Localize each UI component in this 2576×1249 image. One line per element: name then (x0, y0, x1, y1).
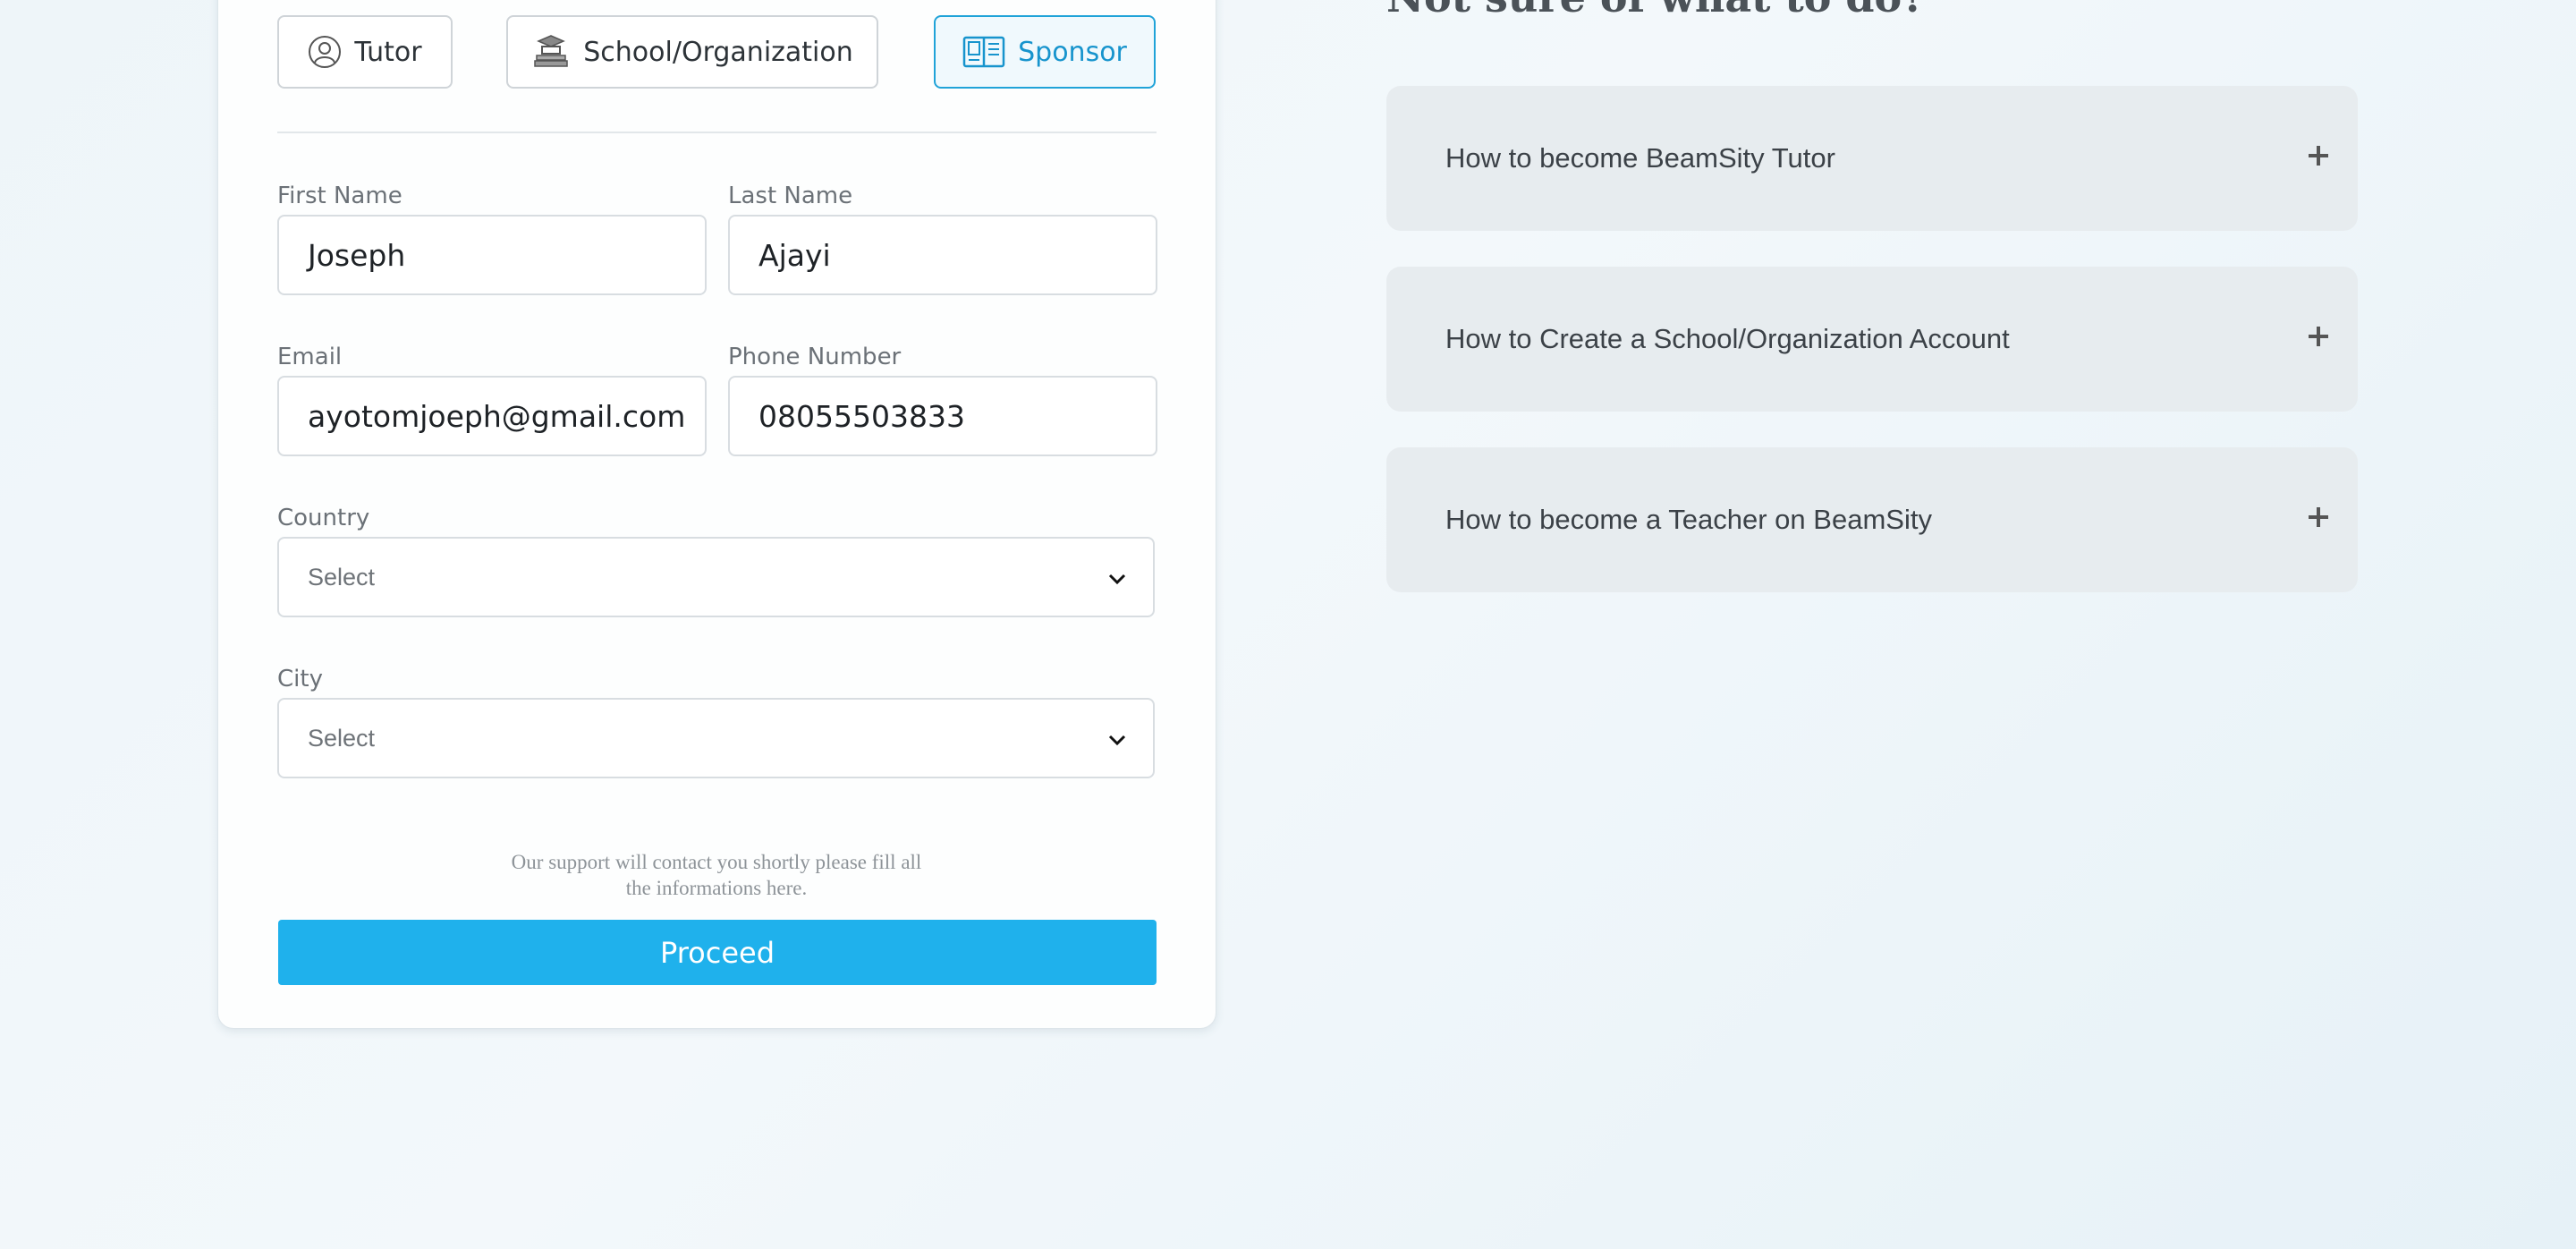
form-divider (277, 132, 1157, 133)
proceed-button[interactable]: Proceed (278, 920, 1157, 985)
first-name-label: First Name (277, 183, 402, 209)
email-input[interactable]: ayotomjoeph@gmail.com (277, 376, 707, 456)
phone-input[interactable]: 08055503833 (728, 376, 1157, 456)
sponsor-type-label: Sponsor (1018, 36, 1127, 68)
faq-item-become-teacher[interactable]: How to become a Teacher on BeamSity (1386, 447, 2358, 592)
chevron-down-icon (1106, 729, 1128, 757)
faq-item-create-school-account[interactable]: How to Create a School/Organization Acco… (1386, 267, 2358, 412)
last-name-label: Last Name (728, 183, 853, 209)
tutor-avatar-icon (308, 35, 342, 69)
faq-question: How to become BeamSity Tutor (1445, 142, 1835, 174)
faq-title: Not sure of what to do? (1386, 0, 1926, 21)
school-type-button[interactable]: School/Organization (506, 15, 878, 89)
support-note: Our support will contact you shortly ple… (483, 849, 950, 901)
faq-item-become-tutor[interactable]: How to become BeamSity Tutor (1386, 86, 2358, 231)
country-select-value: Select (308, 563, 376, 591)
school-icon (531, 34, 571, 70)
chevron-down-icon (1106, 568, 1128, 596)
faq-question: How to become a Teacher on BeamSity (1445, 504, 1932, 535)
city-select[interactable]: Select (277, 698, 1155, 778)
plus-icon[interactable] (2306, 505, 2331, 537)
plus-icon[interactable] (2306, 143, 2331, 175)
tutor-type-button[interactable]: Tutor (277, 15, 453, 89)
sponsor-book-icon (962, 35, 1005, 69)
email-label: Email (277, 344, 343, 370)
school-type-label: School/Organization (583, 36, 853, 68)
city-label: City (277, 666, 323, 692)
sponsor-type-button[interactable]: Sponsor (934, 15, 1156, 89)
plus-icon[interactable] (2306, 324, 2331, 356)
faq-question: How to Create a School/Organization Acco… (1445, 323, 2010, 354)
support-note-line1: Our support will contact you shortly ple… (511, 851, 922, 873)
last-name-input[interactable]: Ajayi (728, 215, 1157, 295)
country-select[interactable]: Select (277, 537, 1155, 617)
tutor-type-label: Tutor (354, 36, 422, 68)
support-note-line2: the informations here. (625, 877, 808, 899)
phone-label: Phone Number (728, 344, 902, 370)
first-name-input[interactable]: Joseph (277, 215, 707, 295)
country-label: Country (277, 505, 370, 531)
city-select-value: Select (308, 724, 376, 752)
